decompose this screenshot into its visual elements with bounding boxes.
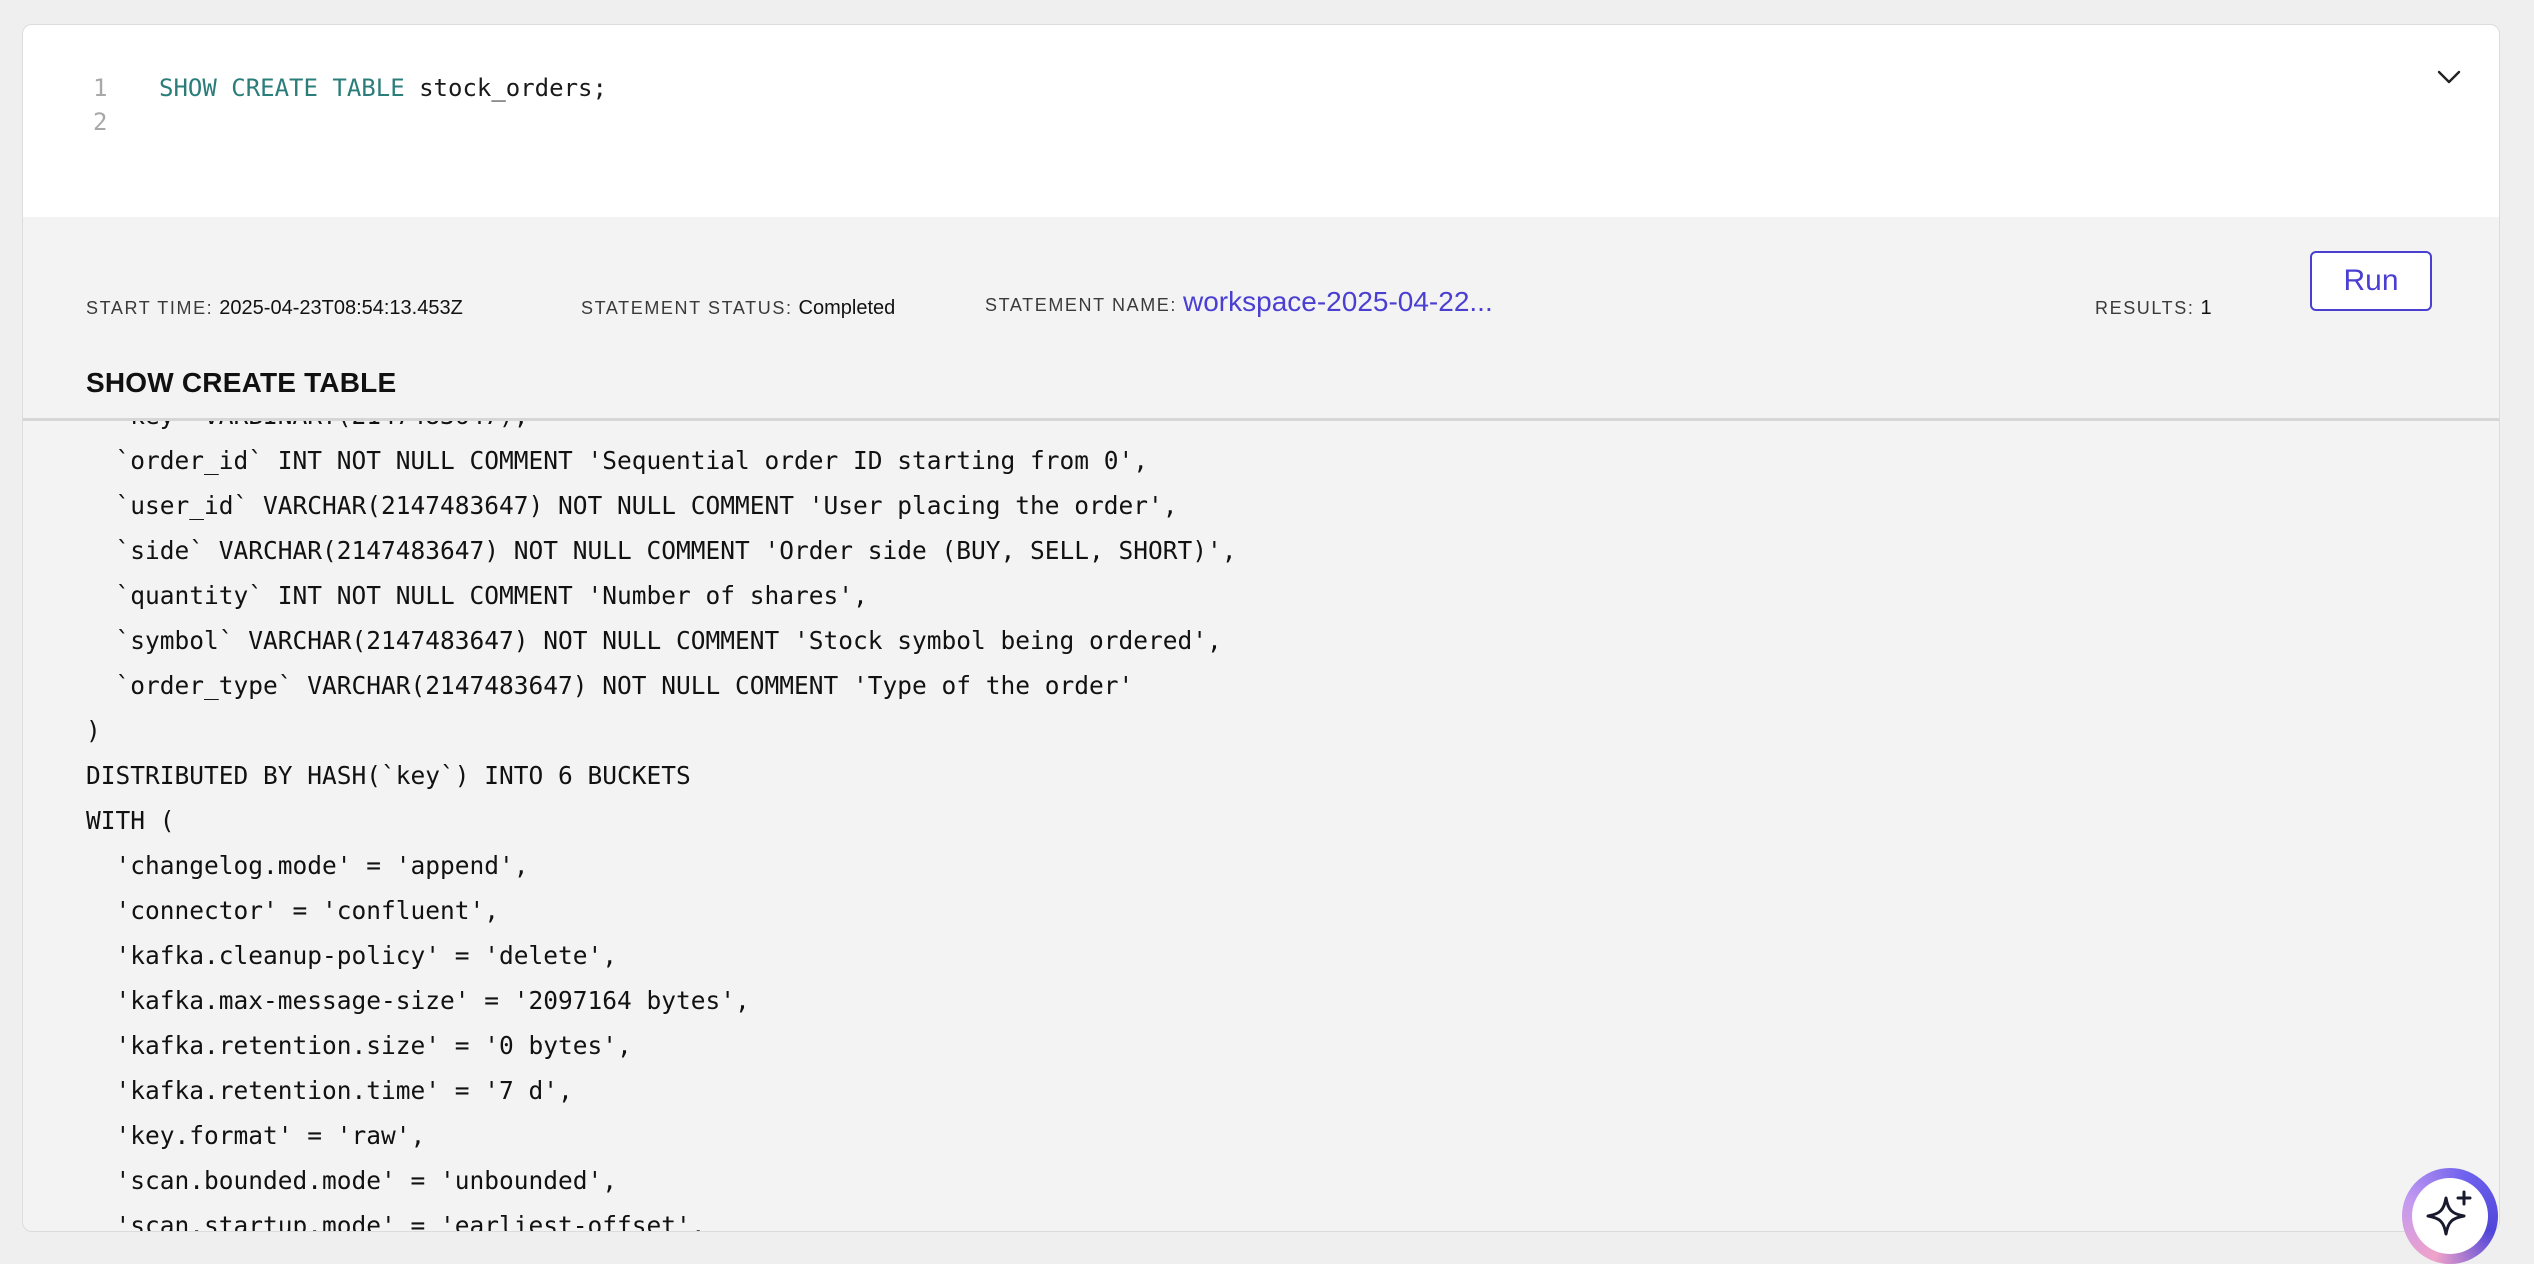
start-time-value: 2025-04-23T08:54:13.453Z [219,297,463,319]
query-cell: 1 SHOW CREATE TABLE stock_orders; 2 STAR… [22,24,2500,1232]
ddl-line: `symbol` VARCHAR(2147483647) NOT NULL CO… [86,626,1222,655]
ai-assistant-button[interactable] [2402,1168,2498,1264]
ddl-line: 'scan.startup.mode' = 'earliest-offset', [86,1211,706,1231]
statement-name-link[interactable]: workspace-2025-04-22... [1183,286,1493,317]
start-time-label: START TIME: [86,298,214,318]
results-panel[interactable]: `key` VARBINARY(2147483647), `order_id` … [23,421,2499,1231]
status-label: STATEMENT STATUS: [581,298,793,318]
line-number: 2 [93,108,108,136]
ddl-line: 'kafka.max-message-size' = '2097164 byte… [86,986,750,1015]
results-title: SHOW CREATE TABLE [86,367,397,398]
sql-editor[interactable]: 1 SHOW CREATE TABLE stock_orders; 2 [23,25,2499,217]
sparkle-icon [2426,1190,2472,1236]
statement-name-label: STATEMENT NAME: [985,295,1178,315]
ddl-line: DISTRIBUTED BY HASH(`key`) INTO 6 BUCKET… [86,761,691,790]
line-number: 1 [93,74,108,102]
status-value: Completed [798,297,896,319]
ddl-line: WITH ( [86,806,175,835]
statement-name: STATEMENT NAME: workspace-2025-04-22... [985,287,1493,317]
results-count: RESULTS: 1 [2095,293,2212,323]
chevron-down-icon[interactable] [2435,63,2463,91]
statement-status: STATEMENT STATUS: Completed [581,293,895,323]
ddl-line: `order_id` INT NOT NULL COMMENT 'Sequent… [86,446,1149,475]
ai-assistant-inner [2412,1178,2488,1254]
sql-keyword: SHOW CREATE TABLE [159,74,405,102]
ddl-line: `order_type` VARCHAR(2147483647) NOT NUL… [86,671,1134,700]
ddl-output: `key` VARBINARY(2147483647), `order_id` … [86,421,1237,1231]
results-value: 1 [2200,297,2212,319]
run-button[interactable]: Run [2310,251,2432,311]
start-time: START TIME: 2025-04-23T08:54:13.453Z [86,293,463,323]
sql-identifier: stock_orders; [404,74,607,102]
ddl-line: 'kafka.retention.time' = '7 d', [86,1076,573,1105]
ddl-line: 'key.format' = 'raw', [86,1121,426,1150]
ddl-line: 'kafka.retention.size' = '0 bytes', [86,1031,632,1060]
ddl-line: 'changelog.mode' = 'append', [86,851,529,880]
ddl-line: `user_id` VARCHAR(2147483647) NOT NULL C… [86,491,1178,520]
ddl-line: `quantity` INT NOT NULL COMMENT 'Number … [86,581,868,610]
ddl-line: 'kafka.cleanup-policy' = 'delete', [86,941,618,970]
ddl-line: `side` VARCHAR(2147483647) NOT NULL COMM… [86,536,1237,565]
ddl-line: `key` VARBINARY(2147483647), [86,421,1237,438]
ddl-line: 'scan.bounded.mode' = 'unbounded', [86,1166,618,1195]
results-label: RESULTS: [2095,298,2195,318]
code-text[interactable]: SHOW CREATE TABLE stock_orders; [159,71,607,105]
ddl-line: 'connector' = 'confluent', [86,896,500,925]
ddl-line: ) [86,716,101,745]
statement-meta-bar: START TIME: 2025-04-23T08:54:13.453Z STAT… [23,217,2499,337]
